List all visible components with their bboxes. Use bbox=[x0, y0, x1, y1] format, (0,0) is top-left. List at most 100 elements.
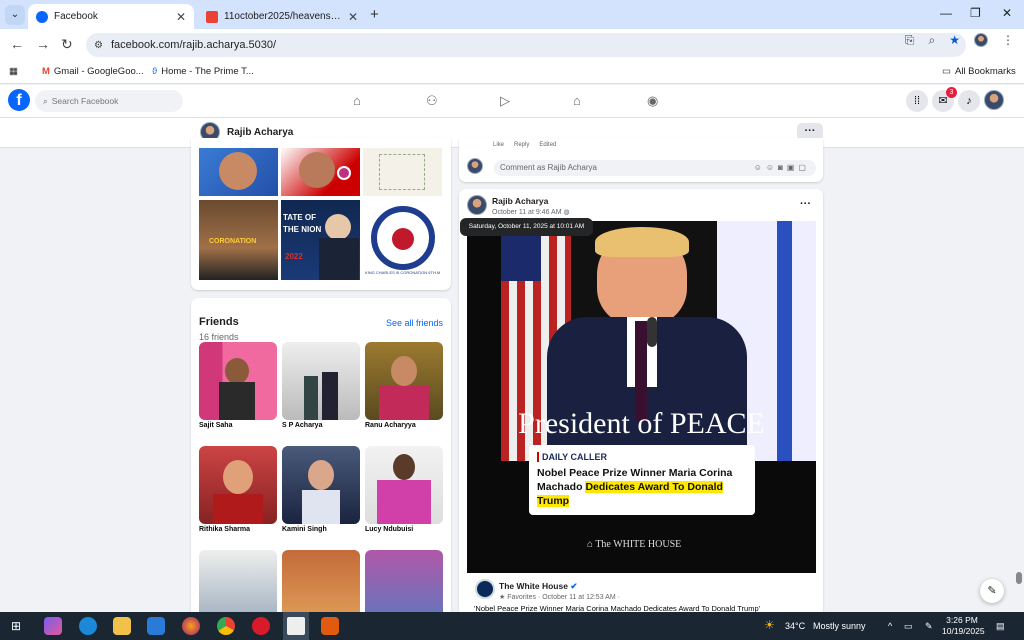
pen-icon[interactable]: ✎ bbox=[925, 621, 933, 632]
store-icon[interactable] bbox=[147, 617, 165, 635]
forward-icon[interactable]: → bbox=[36, 36, 50, 52]
scrollbar-thumb[interactable] bbox=[1016, 572, 1022, 584]
photo-2[interactable] bbox=[281, 148, 360, 196]
comment-tools-icon[interactable]: ☺☺◙▣▢ bbox=[754, 160, 810, 176]
reload-icon[interactable]: ↻ bbox=[61, 36, 73, 53]
friend-photo-lucy[interactable] bbox=[365, 446, 443, 524]
friend-name[interactable]: Rithika Sharma bbox=[199, 526, 250, 533]
back-icon[interactable]: ← bbox=[10, 36, 24, 52]
clock-time: 3:26 PM bbox=[946, 615, 978, 625]
teams-icon[interactable] bbox=[79, 617, 97, 635]
friends-title[interactable]: Friends bbox=[199, 316, 239, 328]
apps-grid-icon[interactable]: ▦ bbox=[9, 66, 18, 77]
weather-temp[interactable]: 34°C bbox=[785, 621, 805, 631]
tab-gmail[interactable]: 11october2025/heavensentallp ✕ bbox=[198, 4, 366, 29]
close-window-icon[interactable]: ✕ bbox=[1002, 6, 1012, 20]
chrome-profile-avatar[interactable] bbox=[974, 33, 988, 47]
copilot-icon[interactable] bbox=[44, 617, 62, 635]
menu-grid-icon[interactable]: ⁞⁞ bbox=[906, 90, 928, 112]
photo-sotu[interactable]: TATE OF THE NION 2022 bbox=[281, 200, 360, 280]
messenger-icon[interactable]: ✉ 3 bbox=[932, 87, 957, 112]
app-icon[interactable] bbox=[321, 617, 339, 635]
prime-icon: ϑ bbox=[152, 66, 158, 77]
tab-facebook[interactable]: Facebook ✕ bbox=[28, 4, 194, 29]
photo-3[interactable] bbox=[363, 148, 442, 196]
bookmark-prime[interactable]: ϑ Home - The Prime T... bbox=[152, 66, 254, 77]
new-tab-button[interactable]: + bbox=[370, 6, 379, 23]
notifications-icon[interactable]: ♪ bbox=[958, 90, 980, 112]
post-image[interactable]: President of PEACE DAILY CALLER Nobel Pe… bbox=[467, 221, 816, 573]
file-explorer-icon[interactable] bbox=[113, 617, 131, 635]
search-input[interactable] bbox=[51, 96, 172, 106]
commenter-avatar bbox=[467, 158, 483, 174]
weather-desc[interactable]: Mostly sunny bbox=[813, 621, 866, 631]
close-tab-icon[interactable]: ✕ bbox=[348, 10, 358, 24]
white-house-avatar[interactable] bbox=[475, 579, 495, 599]
post-more-icon[interactable]: ··· bbox=[800, 198, 811, 210]
video-icon[interactable]: ▷ bbox=[500, 93, 510, 109]
friend-photo-ranu[interactable] bbox=[365, 342, 443, 420]
daily-caller-logo: DAILY CALLER bbox=[537, 452, 747, 462]
firefox-icon[interactable] bbox=[182, 617, 200, 635]
comment-input[interactable]: Comment as Rajib Acharya ☺☺◙▣▢ bbox=[494, 160, 816, 176]
friend-photo-sp[interactable] bbox=[282, 342, 360, 420]
home-icon[interactable]: ⌂ bbox=[353, 93, 361, 108]
address-bar[interactable]: ⚙ facebook.com/rajib.acharya.5030/ bbox=[86, 33, 966, 57]
scrollbar[interactable] bbox=[1014, 148, 1024, 612]
reply-link[interactable]: Reply bbox=[514, 142, 529, 148]
post-author[interactable]: Rajib Acharya bbox=[492, 196, 548, 206]
friend-name[interactable]: Sajit Saha bbox=[199, 422, 232, 429]
photo-charles[interactable]: KING CHARLES III CORONATION 6TH MAY bbox=[363, 200, 442, 280]
facebook-search[interactable]: ⌕ bbox=[35, 90, 183, 112]
opera-icon[interactable] bbox=[252, 617, 270, 635]
post-author-avatar[interactable] bbox=[467, 195, 487, 215]
tray-chevron-icon[interactable]: ^ bbox=[888, 621, 892, 631]
restore-icon[interactable]: ❐ bbox=[970, 6, 981, 20]
notification-center-icon[interactable]: ▤ bbox=[996, 621, 1005, 632]
bookmark-gmail[interactable]: M Gmail - GoogleGoo... bbox=[42, 66, 144, 77]
all-bookmarks-label: All Bookmarks bbox=[954, 66, 1016, 77]
coronation-label: CORONATION bbox=[209, 238, 257, 245]
friend-name[interactable]: Lucy Ndubuisi bbox=[365, 526, 413, 533]
notepad-icon[interactable] bbox=[287, 617, 305, 635]
tab-search-icon[interactable]: ⌄ bbox=[5, 5, 25, 25]
post-time[interactable]: October 11 at 9:46 AM bbox=[492, 209, 562, 216]
headline-card: DAILY CALLER Nobel Peace Prize Winner Ma… bbox=[529, 445, 755, 515]
bookmark-star-icon[interactable]: ★ bbox=[949, 33, 960, 48]
account-avatar[interactable] bbox=[984, 90, 1004, 110]
minimize-icon[interactable]: — bbox=[940, 6, 952, 20]
friend-photo-sajit[interactable] bbox=[199, 342, 277, 420]
shared-from[interactable]: The White House ✔ bbox=[499, 581, 577, 592]
zoom-icon[interactable]: ⌕ bbox=[929, 33, 936, 48]
bookmark-label: Home - The Prime T... bbox=[161, 66, 254, 77]
install-icon[interactable]: ⎘ bbox=[905, 33, 915, 48]
chrome-icon[interactable] bbox=[217, 617, 235, 635]
weather-sun-icon: ☀ bbox=[764, 618, 775, 632]
like-link[interactable]: Like bbox=[493, 142, 504, 148]
photo-1[interactable] bbox=[199, 148, 278, 196]
compose-icon[interactable]: ✎ bbox=[980, 579, 1004, 603]
folder-icon: ▭ bbox=[942, 66, 951, 77]
facebook-logo-icon[interactable]: f bbox=[8, 89, 30, 111]
charles-emblem bbox=[371, 206, 435, 270]
groups-icon[interactable]: ◉ bbox=[647, 93, 658, 109]
photo-coronation[interactable]: CORONATION bbox=[199, 200, 278, 280]
friend-name[interactable]: S P Acharya bbox=[282, 422, 322, 429]
clock[interactable]: 3:26 PM 10/19/2025 bbox=[942, 615, 985, 637]
friends-icon[interactable]: ⚇ bbox=[426, 93, 438, 109]
friend-name[interactable]: Kamini Singh bbox=[282, 526, 327, 533]
see-all-friends-link[interactable]: See all friends bbox=[386, 318, 443, 328]
profile-name[interactable]: Rajib Acharya bbox=[227, 127, 293, 138]
friend-photo-kamini[interactable] bbox=[282, 446, 360, 524]
friend-name[interactable]: Ranu Acharyya bbox=[365, 422, 416, 429]
windows-start-icon[interactable]: ⊞ bbox=[11, 619, 21, 633]
close-tab-icon[interactable]: ✕ bbox=[176, 10, 186, 24]
all-bookmarks[interactable]: ▭ All Bookmarks bbox=[942, 66, 1016, 77]
comment-actions: Like Reply Edited bbox=[493, 142, 556, 148]
network-icon[interactable]: ▭ bbox=[904, 621, 913, 632]
site-info-icon[interactable]: ⚙ bbox=[94, 40, 103, 51]
marketplace-icon[interactable]: ⌂ bbox=[573, 93, 581, 108]
chrome-menu-icon[interactable]: ⋮ bbox=[1002, 33, 1014, 48]
friend-photo-rithika[interactable] bbox=[199, 446, 277, 524]
shared-from-name[interactable]: The White House bbox=[499, 581, 568, 591]
